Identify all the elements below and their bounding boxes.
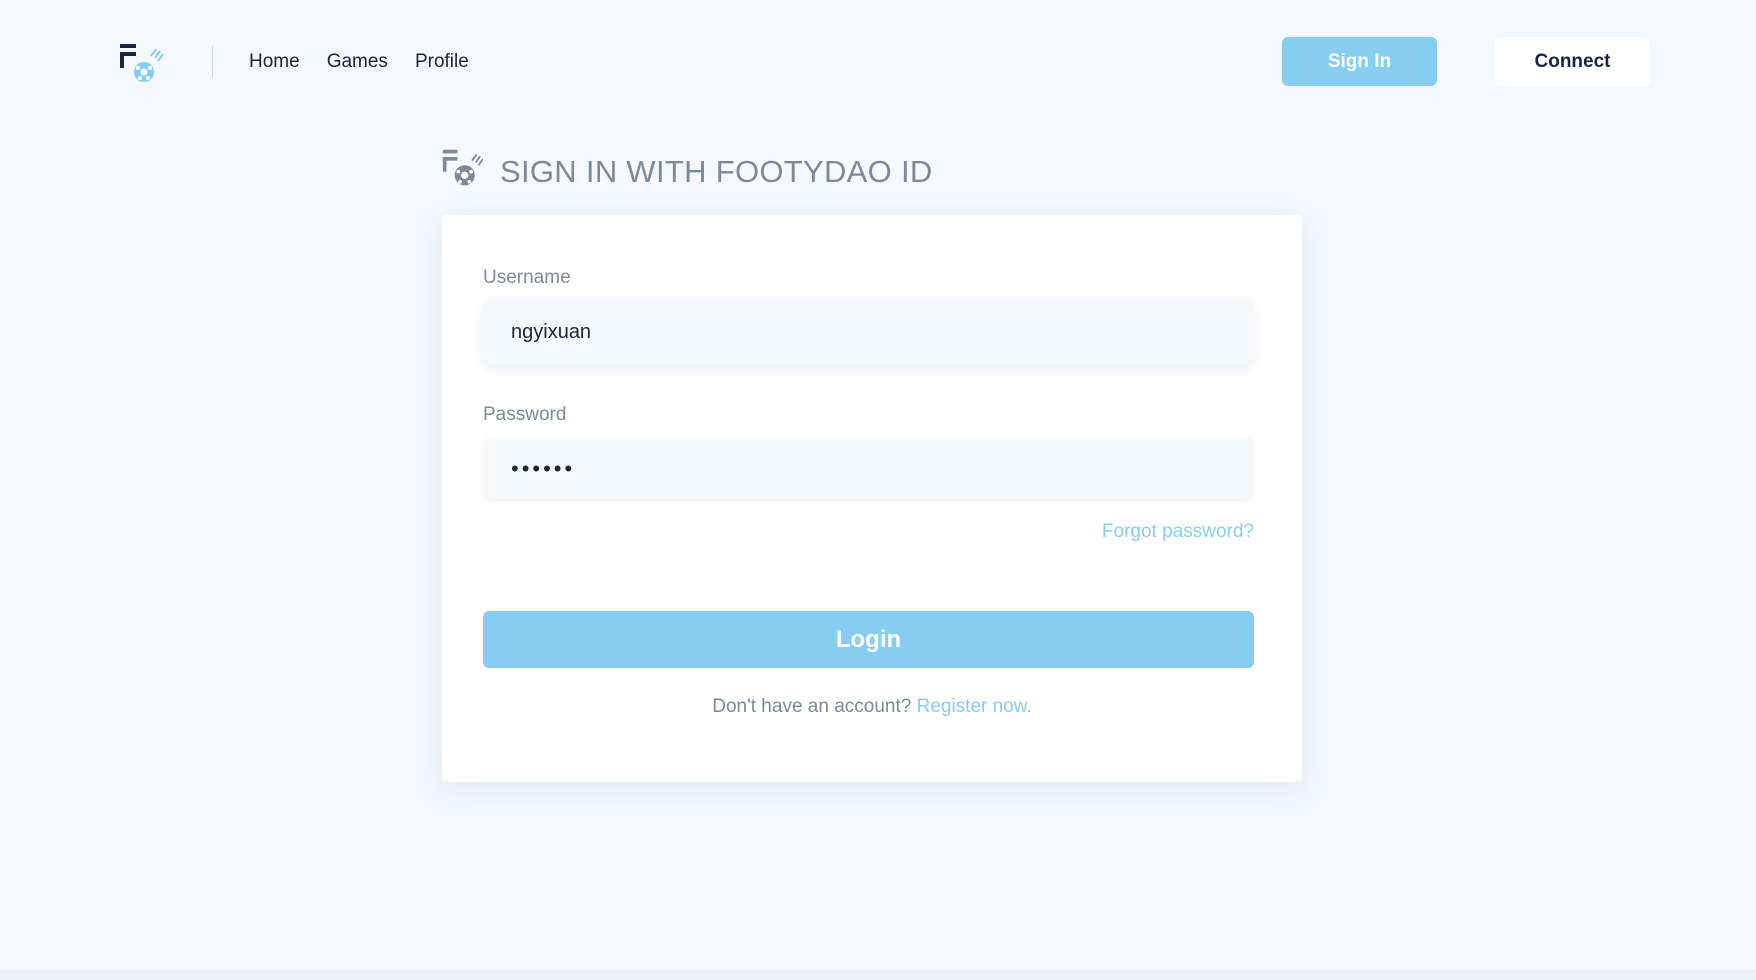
password-input[interactable] [483, 437, 1254, 501]
header-divider [212, 46, 213, 78]
main-nav: Home Games Profile [249, 51, 469, 73]
bottom-strip [0, 970, 1756, 980]
footydao-logo-icon[interactable] [118, 40, 164, 84]
top-navbar: Home Games Profile Sign In Connect [0, 0, 1756, 124]
page-title: SIGN IN WITH FOOTYDAO ID [500, 154, 933, 189]
login-button[interactable]: Login [483, 611, 1254, 668]
forgot-password-link[interactable]: Forgot password? [1102, 521, 1254, 543]
nav-home-link[interactable]: Home [249, 51, 300, 73]
register-prompt-text: Don't have an account? [712, 696, 912, 717]
register-now-link[interactable]: Register now. [917, 696, 1032, 717]
username-input[interactable] [483, 300, 1254, 364]
nav-games-link[interactable]: Games [327, 51, 388, 73]
login-card: Username Password Forgot password? Login… [442, 215, 1302, 782]
register-prompt: Don't have an account? Register now. [442, 696, 1302, 718]
connect-button[interactable]: Connect [1495, 37, 1650, 86]
footydao-title-logo-icon [442, 149, 483, 186]
password-label: Password [483, 404, 567, 425]
page: Home Games Profile Sign In Connect SIGN … [0, 0, 1756, 980]
nav-profile-link[interactable]: Profile [415, 51, 469, 73]
username-label: Username [483, 267, 571, 288]
sign-in-button[interactable]: Sign In [1282, 37, 1437, 86]
